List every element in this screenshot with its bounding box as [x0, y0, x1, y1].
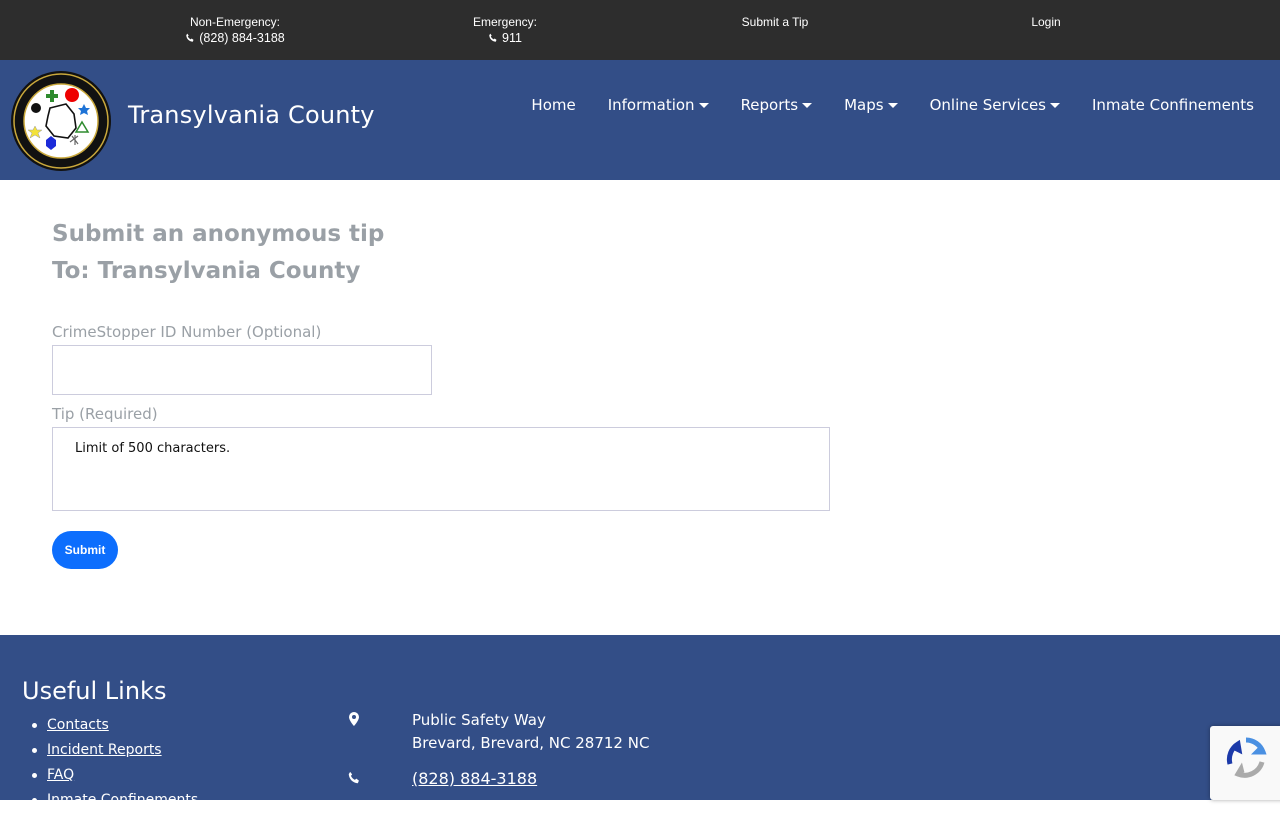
nav-inmate-confinements-label: Inmate Confinements	[1092, 96, 1254, 114]
emergency-phone[interactable]: 911	[502, 30, 522, 46]
emergency-info: Emergency: 911	[405, 14, 605, 46]
submit-tip-container: Submit a Tip	[675, 14, 875, 30]
crimestopper-id-input[interactable]	[52, 345, 432, 395]
page-title: Submit an anonymous tip	[52, 221, 385, 247]
tip-form: Submit an anonymous tip To: Transylvania…	[52, 216, 852, 569]
chevron-down-icon	[1050, 103, 1060, 108]
list-item: FAQ	[31, 763, 198, 788]
nav-home[interactable]: Home	[531, 96, 575, 114]
site-header: Transylvania County Home Information Rep…	[0, 60, 1280, 180]
phone-icon	[186, 33, 194, 42]
emergency-label: Emergency:	[472, 15, 538, 29]
top-bar: Non-Emergency: (828) 884-3188 Emergency:…	[0, 0, 1280, 60]
nav-inmate-confinements[interactable]: Inmate Confinements	[1092, 96, 1254, 114]
chevron-down-icon	[887, 103, 898, 108]
footer-link-faq[interactable]: FAQ	[47, 767, 74, 783]
nav-reports[interactable]: Reports	[741, 96, 813, 114]
tip-label: Tip (Required)	[52, 405, 158, 423]
crimestopper-id-label: CrimeStopper ID Number (Optional)	[52, 323, 322, 341]
site-title[interactable]: Transylvania County	[128, 101, 375, 129]
list-item: Contacts	[31, 713, 198, 738]
recaptcha-badge[interactable]	[1210, 726, 1280, 800]
phone-icon	[348, 771, 359, 784]
list-item: Incident Reports	[31, 738, 198, 763]
nav-online-services-label: Online Services	[929, 96, 1046, 114]
address-line-2: Brevard, Brevard, NC 28712 NC	[412, 734, 650, 752]
footer-phone-link[interactable]: (828) 884-3188	[412, 769, 537, 788]
county-seal-logo[interactable]	[10, 70, 112, 172]
footer-link-incident-reports[interactable]: Incident Reports	[47, 742, 162, 758]
chevron-down-icon	[802, 103, 813, 108]
page-subtitle: To: Transylvania County	[52, 258, 361, 284]
footer-link-contacts[interactable]: Contacts	[47, 717, 109, 733]
nav-home-label: Home	[531, 96, 576, 114]
location-pin-icon	[349, 712, 359, 726]
nav-online-services[interactable]: Online Services	[930, 96, 1060, 114]
submit-button[interactable]: Submit	[52, 531, 118, 569]
non-emergency-label: Non-Emergency:	[189, 15, 281, 29]
useful-links-title: Useful Links	[22, 677, 167, 705]
nav-maps[interactable]: Maps	[844, 96, 898, 114]
login-link[interactable]: Login	[1031, 15, 1060, 29]
list-item: Inmate Confinements	[31, 788, 198, 813]
address-line-1: Public Safety Way	[412, 711, 546, 729]
footer-address: Public Safety Way Brevard, Brevard, NC 2…	[412, 709, 649, 755]
non-emergency-info: Non-Emergency: (828) 884-3188	[135, 14, 335, 46]
recaptcha-icon	[1226, 737, 1267, 778]
site-footer: Useful Links Contacts Incident Reports F…	[0, 635, 1280, 808]
non-emergency-phone[interactable]: (828) 884-3188	[199, 30, 284, 46]
footer-link-inmate-confinements[interactable]: Inmate Confinements	[47, 792, 198, 808]
chevron-down-icon	[698, 103, 709, 108]
nav-information[interactable]: Information	[608, 96, 709, 114]
useful-links-list: Contacts Incident Reports FAQ Inmate Con…	[31, 713, 198, 813]
nav-information-label: Information	[607, 96, 695, 114]
tip-textarea[interactable]: Limit of 500 characters.	[52, 427, 830, 511]
login-container: Login	[946, 14, 1146, 30]
nav-reports-label: Reports	[740, 96, 799, 114]
main-nav: Home Information Reports Maps Online Ser…	[531, 96, 1254, 114]
submit-tip-link[interactable]: Submit a Tip	[742, 15, 809, 29]
phone-icon	[489, 33, 497, 42]
nav-maps-label: Maps	[844, 96, 884, 114]
